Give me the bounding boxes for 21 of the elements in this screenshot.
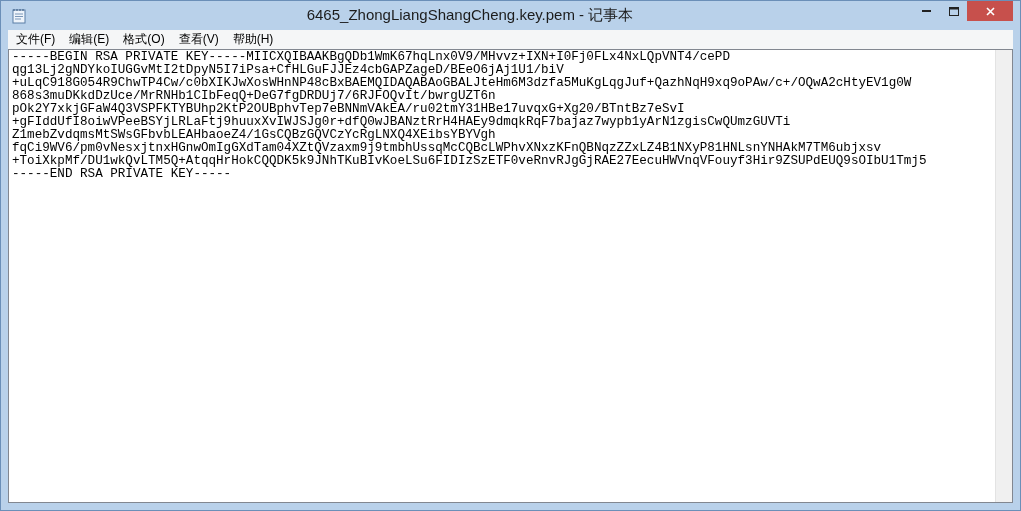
menu-item[interactable]: 编辑(E) xyxy=(62,31,117,48)
close-icon xyxy=(985,6,995,16)
menu-item[interactable]: 文件(F) xyxy=(9,31,63,48)
text-line: qg13Lj2gNDYkoIUGGvMtI2tDpyN5I7iPsa+CfHLGuFJJEz4cbGAPZageD/BEeO6jAj1U1/biV xyxy=(12,64,564,77)
text-line: Z1mebZvdqmsMtSWsGFbvbLEAHbaoeZ4/1GsCQBzGQVCzYcRgLNXQ4XEibsYBYVgh xyxy=(12,129,496,142)
text-line: -----BEGIN RSA PRIVATE KEY-----MIICXQIBAAKBgQDb1WmK67hqLnx0V9/MHvvz+IXN+I0Fj0FLx4NxLQpVNT4/cePD xyxy=(12,51,730,64)
window-title: 6465_ZhongLiangShangCheng.key.pem - 记事本 xyxy=(306,5,634,26)
menu-item[interactable]: 帮助(H) xyxy=(225,31,281,48)
minimize-icon xyxy=(922,9,931,13)
text-line: pOk2Y7xkjGFaW4Q3VSPFKTYBUhp2KtP2OUBphvTep7eBNNmVAkEA/ru02tmY31HBe17uvqxG+Xg20/BTntBz7eSvI xyxy=(12,103,685,116)
text-line: fqCi9WV6/pm0vNesxjtnxHGnwOmIgGXdTam04XZtQVzaxm9j9tmbhUssqMcCQBcLWPhvXNxzKFnQBNqzZZxLZ4B1NXyP81HNLsnYNHAkM7TM6ubjxsv xyxy=(12,142,882,155)
text-line: +gFIddUfI8oiwVPeeBSYjLRLaFtj9huuxXvIWJSJg0r+dfQ0wJBANztRrH4HAEy9dmqkRqF7bajaz7wypb1yArN1zgisCwQUmzGUVTi xyxy=(12,116,791,129)
menu-item[interactable]: 查看(V) xyxy=(171,31,226,48)
text-line: -----END RSA PRIVATE KEY----- xyxy=(12,168,232,181)
text-line: 868s3muDKkdDzUce/MrRNHb1CIbFeqQ+DeG7fgDRDUj7/6RJFOQvIt/bwrgUZT6n xyxy=(12,90,496,103)
menu-item[interactable]: 格式(O) xyxy=(116,31,172,48)
vertical-scrollbar[interactable] xyxy=(995,50,1012,502)
maximize-icon xyxy=(948,6,959,16)
text-line: +ToiXkpMf/DU1wkQvLTM5Q+AtqqHrHokCQQDK5k9JNhTKuBIvKoeLSu6FIDIzSzETF0veRnvRJgGjRAE27EecuHWVnqVFouyf3Hir9ZSUPdEUQ9sOIbU1Tmj5 xyxy=(12,155,927,168)
notepad-icon xyxy=(11,7,27,24)
text-line: +uLqC918G054R9ChwTP4Cw/c0bXIKJwXosWHnNP48cBxBAEMQIDAQABAoGBALJteHm6M3dzfa5MuKgLqgJuf+QazhNqH9xq9oPAw/c+/OQwA2cHtyEV1g0W xyxy=(12,77,912,90)
